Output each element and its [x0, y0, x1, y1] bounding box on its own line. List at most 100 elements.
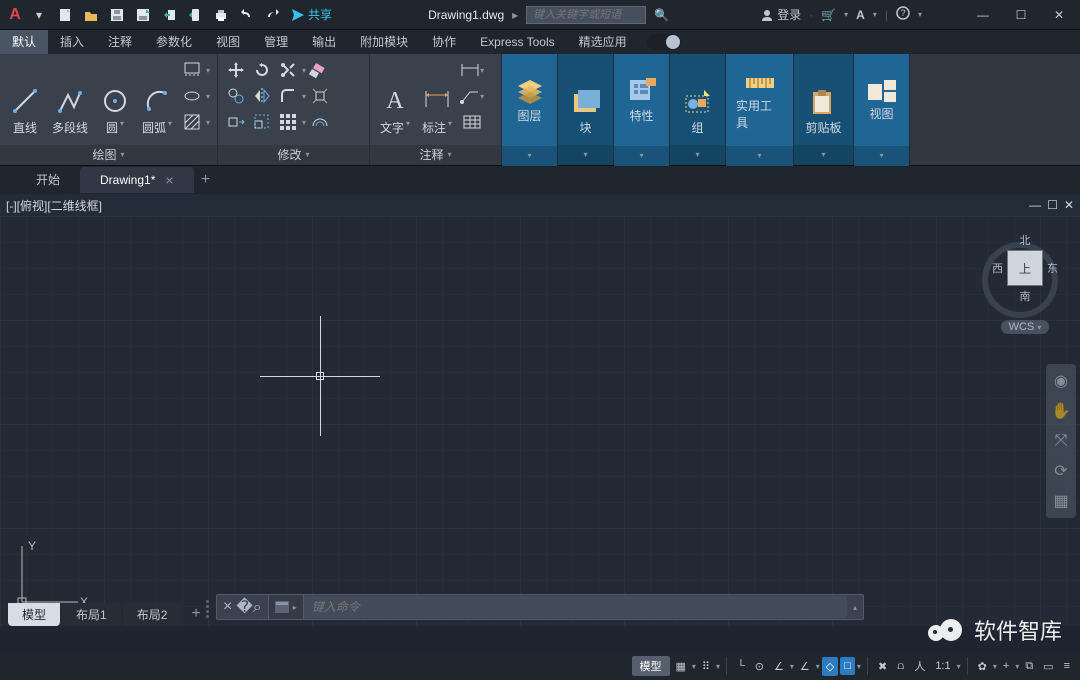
ribbon-tab-output[interactable]: 输出 — [300, 30, 348, 54]
redo-icon[interactable] — [262, 4, 284, 26]
utilities-button[interactable]: 实用工具 — [732, 58, 787, 142]
group-button[interactable]: 组 — [678, 58, 718, 138]
panel-annot-title[interactable]: 注释▾ — [370, 145, 501, 165]
drawing-area[interactable]: [-][俯视][二维线框] —☐✕ YX 北 西上东 南 WCS▾ ◉✋⤧⟳▦ … — [0, 194, 1080, 626]
status-grid-icon[interactable]: ▦ — [672, 657, 690, 676]
status-snap-icon[interactable]: ⠿ — [698, 657, 714, 676]
new-tab-button[interactable]: + — [194, 168, 218, 192]
ribbon-tab-express[interactable]: Express Tools — [468, 30, 566, 54]
layout-tab-model[interactable]: 模型 — [8, 603, 60, 626]
ribbon-tab-addins[interactable]: 附加模块 — [348, 30, 420, 54]
status-lwt-icon[interactable]: ✖ — [874, 657, 891, 676]
stretch-icon[interactable] — [224, 110, 248, 134]
ribbon-toggle[interactable] — [647, 34, 681, 50]
explode-icon[interactable] — [308, 84, 332, 108]
search-icon[interactable]: 🔍 — [654, 8, 669, 22]
status-ortho-icon[interactable]: └ — [733, 657, 749, 675]
trim-icon[interactable] — [276, 58, 300, 82]
status-polar-icon[interactable]: ⊙ — [751, 657, 768, 676]
share-button[interactable]: 共享 — [288, 4, 336, 26]
minimize-button[interactable]: — — [968, 5, 998, 25]
status-model-button[interactable]: 模型 — [632, 656, 670, 676]
ellipse-icon[interactable] — [180, 84, 204, 108]
layer-button[interactable]: 图层 — [510, 58, 550, 142]
fillet-icon[interactable] — [276, 84, 300, 108]
open-icon[interactable] — [80, 4, 102, 26]
signin-button[interactable]: 登录 — [761, 6, 801, 23]
ribbon-tab-annotate[interactable]: 注释 — [96, 30, 144, 54]
copy-icon[interactable] — [224, 84, 248, 108]
status-anno-icon[interactable]: 人 — [910, 655, 929, 677]
wcs-button[interactable]: WCS▾ — [1001, 320, 1050, 334]
rotate-icon[interactable] — [250, 58, 274, 82]
print-icon[interactable] — [210, 4, 232, 26]
saveas-icon[interactable] — [132, 4, 154, 26]
search-input[interactable] — [526, 6, 646, 24]
clipboard-button[interactable]: 剪贴板 — [801, 58, 845, 138]
qat-dropdown[interactable]: ▾ — [28, 4, 50, 26]
new-icon[interactable] — [54, 4, 76, 26]
ribbon-tab-insert[interactable]: 插入 — [48, 30, 96, 54]
status-osnap-icon[interactable]: ◇ — [822, 657, 838, 676]
leader-icon[interactable]: ▾ — [460, 84, 484, 108]
layout-tab-1[interactable]: 布局1 — [62, 603, 121, 626]
layout-tab-2[interactable]: 布局2 — [123, 603, 182, 626]
cmd-close-icon[interactable]: × — [223, 598, 232, 616]
nav-bar[interactable]: ◉✋⤧⟳▦ — [1046, 364, 1076, 518]
dim-button[interactable]: 标注▾ — [418, 58, 456, 138]
status-plus-icon[interactable]: + — [999, 657, 1013, 675]
mobile-icon[interactable] — [184, 4, 206, 26]
circle-button[interactable]: 圆▾ — [96, 58, 134, 138]
text-button[interactable]: A文字▾ — [376, 58, 414, 138]
status-custom-icon[interactable]: ≡ — [1060, 657, 1074, 675]
maximize-button[interactable]: ☐ — [1006, 5, 1036, 25]
status-gear-icon[interactable]: ✿ — [974, 657, 991, 676]
vp-min-icon[interactable]: — — [1029, 198, 1041, 212]
polyline-button[interactable]: 多段线 — [48, 58, 92, 138]
vp-max-icon[interactable]: ☐ — [1047, 198, 1058, 212]
line-button[interactable]: 直线 — [6, 58, 44, 138]
command-line[interactable]: ×�⌕ ▸ ▴ — [216, 594, 864, 620]
table-icon[interactable] — [460, 110, 484, 134]
properties-button[interactable]: 特性 — [622, 58, 662, 142]
panel-modify-title[interactable]: 修改▾ — [218, 145, 369, 165]
array-icon[interactable] — [276, 110, 300, 134]
rect-icon[interactable] — [180, 58, 204, 82]
layout-add-button[interactable]: + — [183, 602, 208, 626]
ribbon-tab-collab[interactable]: 协作 — [420, 30, 468, 54]
status-tpy-icon[interactable]: ⩍ — [893, 657, 908, 676]
command-input[interactable] — [304, 596, 847, 618]
erase-icon[interactable] — [308, 58, 332, 82]
ribbon-tab-parametric[interactable]: 参数化 — [144, 30, 204, 54]
a360-icon[interactable]: A — [856, 8, 865, 22]
scale-icon[interactable] — [250, 110, 274, 134]
arc-button[interactable]: 圆弧▾ — [138, 58, 176, 138]
ribbon-tab-manage[interactable]: 管理 — [252, 30, 300, 54]
block-button[interactable]: 块 — [566, 58, 606, 138]
linear-dim-icon[interactable]: ▾ — [460, 58, 484, 82]
viewport-label[interactable]: [-][俯视][二维线框] — [6, 197, 102, 214]
status-otrack-icon[interactable]: ∠ — [796, 657, 814, 676]
cart-icon[interactable]: 🛒 — [821, 8, 836, 22]
panel-draw-title[interactable]: 绘图▾ — [0, 145, 217, 165]
file-tab-drawing1[interactable]: Drawing1*× — [80, 167, 194, 193]
save-icon[interactable] — [106, 4, 128, 26]
close-button[interactable]: ✕ — [1044, 5, 1074, 25]
hatch-icon[interactable] — [180, 110, 204, 134]
ribbon-tab-default[interactable]: 默认 — [0, 30, 48, 54]
move-icon[interactable] — [224, 58, 248, 82]
cmd-recent-icon[interactable]: �⌕ — [236, 597, 261, 617]
viewcube[interactable]: 北 西上东 南 WCS▾ — [992, 232, 1058, 334]
offset-icon[interactable] — [308, 110, 332, 134]
app-logo[interactable]: A — [6, 6, 24, 24]
view-button[interactable]: 视图 — [862, 58, 902, 142]
ribbon-tab-featured[interactable]: 精选应用 — [567, 30, 639, 54]
status-max-icon[interactable]: ▭ — [1039, 657, 1057, 676]
web-icon[interactable] — [158, 4, 180, 26]
status-3dosnap-icon[interactable]: □ — [840, 657, 855, 675]
status-ws-icon[interactable]: ⧉ — [1021, 657, 1037, 676]
status-scale[interactable]: 1:1 — [931, 657, 954, 675]
vp-close-icon[interactable]: ✕ — [1064, 198, 1074, 212]
help-icon[interactable]: ? — [896, 6, 910, 23]
undo-icon[interactable] — [236, 4, 258, 26]
